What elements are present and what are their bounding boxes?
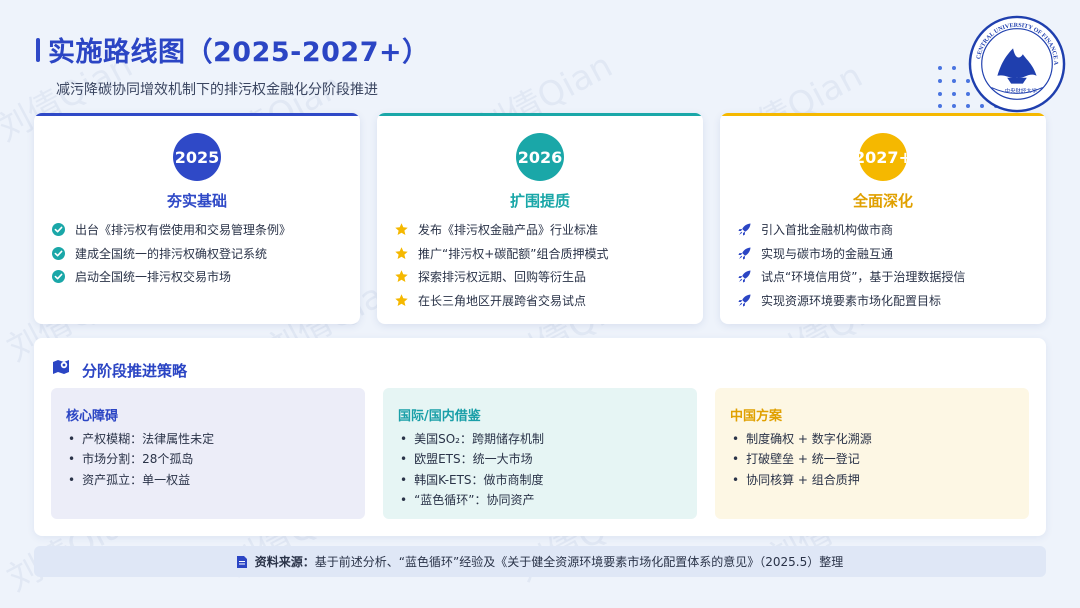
strategy-list-item: 市场分割：28个孤岛 — [68, 449, 214, 469]
phase-item-text: 在长三角地区开展跨省交易试点 — [418, 293, 587, 308]
phase-card: 2026 扩围提质发布《排污权金融产品》行业标准 推广“排污权+碳配额”组合质押模式… — [377, 113, 703, 324]
university-seal-logo: CENTRAL UNIVERSITY OF FINANCE AND ECONOM… — [968, 15, 1066, 113]
phase-item-text: 建成全国统一的排污权确权登记系统 — [75, 246, 268, 261]
seal-name-cn: 中央财经大学 — [1005, 86, 1038, 94]
rocket-icon — [738, 247, 761, 260]
phase-item-text: 启动全国统一排污权交易市场 — [75, 270, 232, 285]
phase-list-item: 建成全国统一的排污权确权登记系统 — [52, 242, 291, 266]
phase-list-item: 实现资源环境要素市场化配置目标 — [738, 289, 965, 313]
phase-list-item: 引入首批金融机构做市商 — [738, 218, 965, 242]
phase-title: 夯实基础 — [166, 192, 227, 210]
phase-accent-bar — [720, 113, 1046, 116]
phase-list-item: 启动全国统一排污权交易市场 — [52, 265, 291, 289]
phase-list-item: 试点“环境信用贷”，基于治理数据授信 — [738, 265, 965, 289]
strategy-list-item: 韩国K-ETS：做市商制度 — [400, 470, 544, 490]
strategy-box: 国际/国内借鉴美国SO₂：跨期储存机制欧盟ETS：统一大市场韩国K-ETS：做市… — [383, 388, 697, 519]
phase-list-item: 实现与碳市场的金融互通 — [738, 242, 965, 266]
strategy-list-item: 资产孤立：单一权益 — [68, 470, 214, 490]
phase-item-text: 实现与碳市场的金融互通 — [761, 246, 894, 261]
phase-accent-bar — [377, 113, 703, 116]
phase-item-text: 实现资源环境要素市场化配置目标 — [761, 293, 942, 308]
strategy-list-item: 欧盟ETS：统一大市场 — [400, 449, 544, 469]
phase-item-text: 探索排污权远期、回购等衍生品 — [418, 270, 587, 285]
phase-list-item: 出台《排污权有偿使用和交易管理条例》 — [52, 218, 291, 242]
rocket-icon — [738, 223, 761, 236]
phase-list-item: 探索排污权远期、回购等衍生品 — [395, 265, 609, 289]
phase-year-badge: 2027+ — [854, 133, 912, 181]
strategy-list-item: 产权模糊：法律属性未定 — [68, 429, 214, 449]
phase-list-item: 发布《排污权金融产品》行业标准 — [395, 218, 609, 242]
star-icon — [395, 294, 418, 307]
star-icon — [395, 223, 418, 236]
page-title: 实施路线图（2025-2027+） — [48, 37, 430, 68]
strategy-box-title: 中国方案 — [730, 409, 783, 424]
strategy-list-item: 协同核算 + 组合质押 — [732, 470, 872, 490]
phase-card: 2025 夯实基础出台《排污权有偿使用和交易管理条例》 建成全国统一的排污权确权登记… — [34, 113, 360, 324]
source-label: 资料来源： — [254, 555, 315, 569]
phase-year-badge: 2025 — [173, 133, 221, 181]
phase-list: 出台《排污权有偿使用和交易管理条例》 建成全国统一的排污权确权登记系统 启动全国统一… — [52, 218, 291, 289]
page-subtitle: 减污降碳协同增效机制下的排污权金融化分阶段推进 — [56, 82, 378, 98]
strategy-box-list: 美国SO₂：跨期储存机制欧盟ETS：统一大市场韩国K-ETS：做市商制度“蓝色循… — [400, 429, 544, 510]
phase-list-item: 在长三角地区开展跨省交易试点 — [395, 289, 609, 313]
phase-list: 发布《排污权金融产品》行业标准 推广“排污权+碳配额”组合质押模式 探索排污权远期、… — [395, 218, 609, 312]
strategy-list-item: “蓝色循环”：协同资产 — [400, 490, 544, 510]
title-accent-bar — [36, 38, 40, 62]
rocket-icon — [738, 294, 761, 307]
document-icon — [236, 555, 247, 568]
phase-item-text: 引入首批金融机构做市商 — [761, 223, 894, 238]
phase-card: 2027+ 全面深化引入首批金融机构做市商 实现与碳市场的金融互通试点“环境信用贷”… — [720, 113, 1046, 324]
source-text: 基于前述分析、“蓝色循环”经验及《关于健全资源环境要素市场化配置体系的意见》（2… — [314, 555, 844, 569]
phase-list-item: 推广“排污权+碳配额”组合质押模式 — [395, 242, 609, 266]
check-circle-icon — [52, 223, 75, 237]
strategy-list-item: 制度确权 + 数字化溯源 — [732, 429, 872, 449]
phase-title: 扩围提质 — [509, 192, 570, 210]
map-icon — [53, 360, 69, 374]
phase-year-badge: 2026 — [516, 133, 564, 181]
check-circle-icon — [52, 246, 75, 260]
phase-item-text: 推广“排污权+碳配额”组合质押模式 — [418, 246, 609, 261]
phase-list: 引入首批金融机构做市商 实现与碳市场的金融互通试点“环境信用贷”，基于治理数据授信… — [738, 218, 965, 312]
phase-item-text: 试点“环境信用贷”，基于治理数据授信 — [761, 270, 966, 285]
strategy-box-title: 国际/国内借鉴 — [398, 409, 481, 424]
check-circle-icon — [52, 270, 75, 284]
star-icon — [395, 270, 418, 283]
strategy-list-item: 打破壁垒 + 统一登记 — [732, 449, 872, 469]
source-note: 资料来源： 基于前述分析、“蓝色循环”经验及《关于健全资源环境要素市场化配置体系… — [34, 546, 1046, 577]
phase-item-text: 发布《排污权金融产品》行业标准 — [418, 223, 599, 238]
strategy-panel: 分阶段推进策略 核心障碍产权模糊：法律属性未定市场分割：28个孤岛资产孤立：单一… — [34, 338, 1046, 536]
strategy-list-item: 美国SO₂：跨期储存机制 — [400, 429, 544, 449]
strategy-box-list: 制度确权 + 数字化溯源打破壁垒 + 统一登记协同核算 + 组合质押 — [732, 429, 872, 490]
star-icon — [395, 247, 418, 260]
phase-title: 全面深化 — [852, 192, 913, 210]
strategy-title: 分阶段推进策略 — [82, 362, 188, 380]
strategy-box-list: 产权模糊：法律属性未定市场分割：28个孤岛资产孤立：单一权益 — [68, 429, 214, 490]
strategy-box-title: 核心障碍 — [66, 409, 119, 424]
strategy-box: 中国方案制度确权 + 数字化溯源打破壁垒 + 统一登记协同核算 + 组合质押 — [715, 388, 1029, 519]
strategy-box: 核心障碍产权模糊：法律属性未定市场分割：28个孤岛资产孤立：单一权益 — [51, 388, 365, 519]
phase-item-text: 出台《排污权有偿使用和交易管理条例》 — [75, 223, 292, 238]
rocket-icon — [738, 270, 761, 283]
phase-accent-bar — [34, 113, 360, 116]
